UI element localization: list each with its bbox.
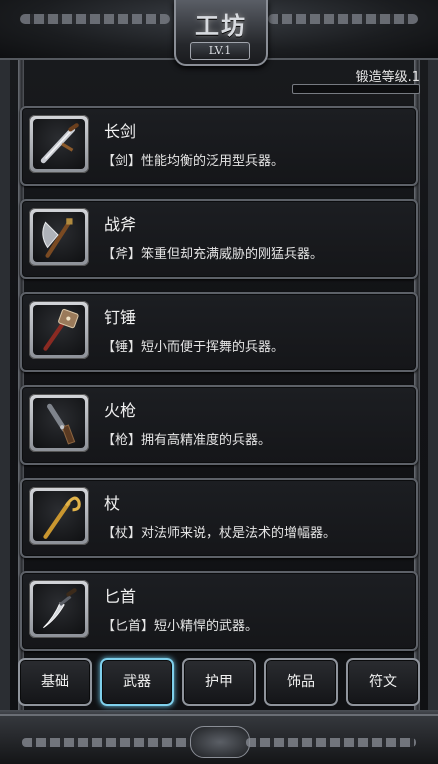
item-icon-frame	[29, 115, 89, 173]
weapon-item-mace[interactable]: 钉锤 【锤】短小而便于挥舞的兵器。	[20, 292, 418, 372]
item-icon-frame	[29, 394, 89, 452]
item-description: 【剑】性能均衡的泛用型兵器。	[102, 154, 285, 169]
weapon-item-battleaxe[interactable]: 战斧 【斧】笨重但却充满威胁的刚猛兵器。	[20, 199, 418, 279]
item-description: 【枪】拥有高精准度的兵器。	[102, 433, 272, 448]
item-name: 长剑	[104, 122, 137, 141]
item-description: 【匕首】短小精悍的武器。	[102, 619, 259, 634]
title-plate: 工坊 LV.1	[174, 0, 268, 66]
weapon-item-longsword[interactable]: 长剑 【剑】性能均衡的泛用型兵器。	[20, 106, 418, 186]
tab-weapons[interactable]: 武器	[100, 658, 174, 706]
item-description: 【斧】笨重但却充满威胁的刚猛兵器。	[102, 247, 324, 262]
sword-icon	[33, 119, 85, 169]
axe-icon	[33, 212, 85, 262]
forge-progress-bar	[292, 84, 420, 94]
dagger-icon	[33, 584, 85, 634]
tab-armor[interactable]: 护甲	[182, 658, 256, 706]
tab-basic[interactable]: 基础	[18, 658, 92, 706]
weapon-item-staff[interactable]: 杖 【杖】对法师来说，杖是法术的增幅器。	[20, 478, 418, 558]
item-name: 钉锤	[104, 308, 137, 327]
bottom-emblem	[190, 726, 250, 758]
weapon-item-musket[interactable]: 火枪 【枪】拥有高精准度的兵器。	[20, 385, 418, 465]
forge-level-label: 锻造等级.1	[355, 70, 420, 85]
item-icon-frame	[29, 580, 89, 638]
chain-decoration-left	[22, 738, 192, 747]
item-description: 【杖】对法师来说，杖是法术的增幅器。	[102, 526, 337, 541]
page-title: 工坊	[195, 11, 247, 40]
item-description: 【锤】短小而便于挥舞的兵器。	[102, 340, 285, 355]
item-name: 火枪	[104, 401, 137, 420]
item-icon-frame	[29, 487, 89, 545]
item-name: 战斧	[104, 215, 137, 234]
staff-icon	[33, 491, 85, 541]
item-name: 杖	[104, 494, 121, 513]
workshop-level-badge: LV.1	[190, 42, 250, 60]
bottom-ornament-bar	[0, 714, 438, 764]
tab-runes[interactable]: 符文	[346, 658, 420, 706]
item-icon-frame	[29, 301, 89, 359]
category-tab-bar: 基础 武器 护甲 饰品 符文	[18, 658, 420, 706]
tab-accessories[interactable]: 饰品	[264, 658, 338, 706]
weapon-list: 长剑 【剑】性能均衡的泛用型兵器。 战斧 【斧】笨重但却充满威胁的刚猛兵器。 钉…	[20, 106, 418, 664]
top-ornament-bar: 工坊 LV.1	[0, 0, 438, 66]
item-name: 匕首	[104, 587, 137, 606]
chain-decoration-right	[246, 738, 416, 747]
musket-icon	[33, 398, 85, 448]
mace-icon	[33, 305, 85, 355]
chain-decoration-right	[268, 14, 418, 24]
item-icon-frame	[29, 208, 89, 266]
chain-decoration-left	[20, 14, 170, 24]
weapon-item-dagger[interactable]: 匕首 【匕首】短小精悍的武器。	[20, 571, 418, 651]
